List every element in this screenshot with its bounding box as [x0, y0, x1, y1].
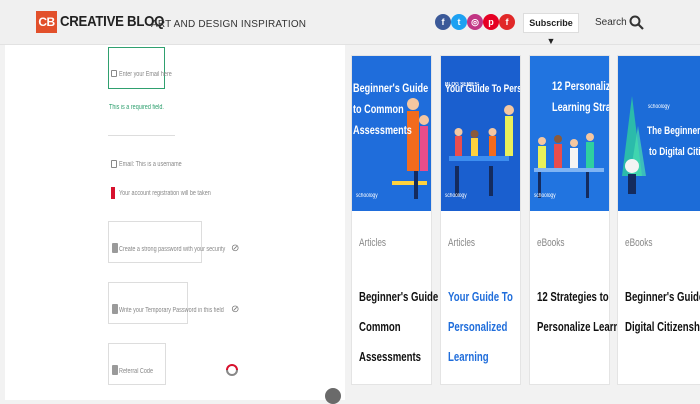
- field-divider: [108, 135, 175, 136]
- resource-card[interactable]: BLOG SERIES: Your Guide To Personalized …: [440, 55, 521, 385]
- thumbnail-title-line: to Digital Citizenship: [649, 146, 700, 158]
- mail-icon: [111, 160, 117, 168]
- field-label: Email: This is a username: [119, 161, 182, 168]
- mail-icon: [111, 70, 117, 77]
- show-password-icon[interactable]: ⊘: [231, 243, 239, 254]
- recaptcha-icon[interactable]: [226, 364, 238, 376]
- resource-card[interactable]: Beginner's Guide to Common Assessments s…: [351, 55, 450, 385]
- search-label[interactable]: Search: [595, 17, 627, 28]
- lock-icon: [112, 243, 118, 253]
- card-category[interactable]: eBooks: [537, 237, 565, 249]
- gift-icon: [112, 365, 118, 375]
- warning-icon: [111, 187, 115, 199]
- field-label: Your account registration will be taken: [119, 190, 211, 197]
- card-thumbnail[interactable]: 12 Personalized Learning Strategies scho…: [530, 56, 609, 211]
- thumbnail-title-line: Beginner's Guide: [353, 81, 429, 95]
- referral-code-input[interactable]: [108, 343, 166, 385]
- email-input-frame[interactable]: [108, 47, 165, 89]
- brand-mark: schoology: [356, 193, 378, 199]
- card-thumbnail[interactable]: BLOG SERIES: Your Guide To Personalized …: [441, 56, 520, 211]
- referral-placeholder: Referral Code: [119, 368, 153, 375]
- email-required-note: This is a required field.: [109, 104, 164, 111]
- flipboard-icon[interactable]: f: [499, 14, 515, 30]
- card-thumbnail[interactable]: Beginner's Guide to Common Assessments s…: [352, 56, 431, 211]
- twitter-icon[interactable]: t: [451, 14, 467, 30]
- thumbnail-title-line: 12 Personalized: [552, 79, 609, 93]
- site-tagline: ART AND DESIGN INSPIRATION: [151, 19, 307, 30]
- card-thumbnail[interactable]: schoology The Beginner's Guide to Digita…: [618, 56, 700, 211]
- thumbnail-title-line: Assessments: [353, 123, 412, 137]
- card-category[interactable]: eBooks: [625, 237, 653, 249]
- resource-card[interactable]: 12 Personalized Learning Strategies scho…: [529, 55, 634, 385]
- logo-text[interactable]: CREATIVE BLOQ: [60, 13, 164, 30]
- temp-password-placeholder: Write your Temporary Password in this fi…: [119, 307, 224, 314]
- card-category[interactable]: Articles: [448, 237, 475, 249]
- card-category[interactable]: Articles: [359, 237, 386, 249]
- card-title[interactable]: Your Guide To Personalized Learning: [448, 282, 513, 372]
- thumbnail-title-line: Learning Strategies: [552, 100, 609, 114]
- email-placeholder: Enter your Email here: [119, 71, 172, 78]
- brand-mark: schoology: [534, 193, 556, 199]
- brand-mark: schoology: [648, 104, 670, 110]
- card-title[interactable]: Beginner's Guide to Common Assessments: [359, 282, 450, 372]
- resource-card[interactable]: schoology The Beginner's Guide to Digita…: [617, 55, 700, 385]
- temp-password-input[interactable]: [108, 282, 188, 324]
- card-title[interactable]: Beginner's Guide to Digital Citizenship: [625, 282, 700, 342]
- site-header: CB CREATIVE BLOQ ART AND DESIGN INSPIRAT…: [0, 0, 700, 46]
- password-placeholder: Create a strong password with your secur…: [119, 246, 226, 253]
- facebook-icon[interactable]: f: [435, 14, 451, 30]
- search-icon[interactable]: [629, 15, 644, 30]
- thumbnail-title-line: to Common: [353, 102, 404, 116]
- password-input[interactable]: [108, 221, 202, 263]
- show-password-icon[interactable]: ⊘: [231, 304, 239, 315]
- subscribe-button[interactable]: Subscribe ▼: [523, 13, 579, 46]
- lock-icon: [112, 304, 118, 314]
- thumbnail-title-line: The Beginner's Guide: [647, 125, 700, 137]
- brand-mark: schoology: [445, 193, 467, 199]
- thumbnail-title-line: Your Guide To Personalized Learning: [445, 83, 520, 95]
- logo-mark[interactable]: CB: [36, 11, 57, 33]
- instagram-icon[interactable]: ◎: [467, 14, 483, 30]
- pinterest-icon[interactable]: p: [483, 14, 499, 30]
- scroll-to-top-button[interactable]: [325, 388, 341, 404]
